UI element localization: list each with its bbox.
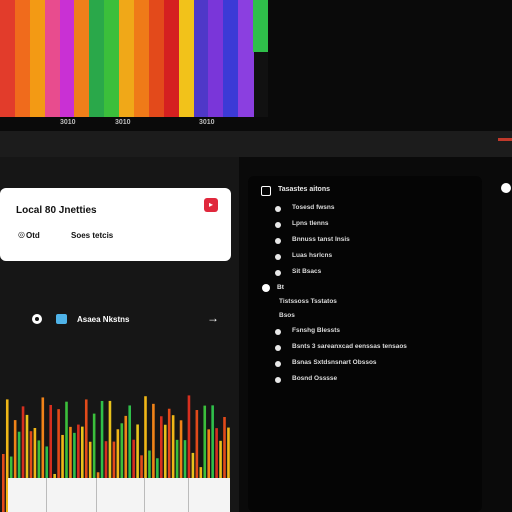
- section-label: Bt: [277, 284, 284, 291]
- right-panel-title: Tasastes aitons: [278, 186, 331, 193]
- viz-column: [119, 0, 135, 117]
- bullet-icon: [275, 222, 281, 228]
- bullet-icon: [275, 377, 281, 383]
- divider-accent: [498, 138, 512, 141]
- key-separator: [96, 478, 97, 512]
- folder-icon: [56, 314, 67, 324]
- local-card-status: Otd: [26, 231, 40, 240]
- section-toggle-icon[interactable]: [262, 284, 270, 292]
- viz-label: 3010: [199, 119, 215, 126]
- key-separator: [144, 478, 145, 512]
- viz-column: [178, 0, 195, 117]
- assets-label: Asaea Nkstns: [77, 315, 130, 324]
- viz-bar: [2, 454, 5, 512]
- local-card[interactable]: Local 80 Jnetties ▸ ◎ Otd Soes tetcis: [0, 188, 231, 261]
- play-icon[interactable]: ▸: [204, 198, 218, 212]
- viz-column: [74, 0, 91, 117]
- right-panel: Tasastes aitons Tosesd fwsns Lpns tlenns…: [248, 176, 482, 512]
- divider-bar: [0, 131, 512, 157]
- viz-column: [193, 0, 210, 117]
- viz-column: [163, 0, 180, 117]
- bullet-icon: [275, 361, 281, 367]
- viz-column: [14, 0, 31, 117]
- bullet-icon: [275, 270, 281, 276]
- viz-column: [104, 0, 121, 117]
- checkbox-icon[interactable]: [261, 186, 271, 196]
- viz-column: [253, 0, 268, 52]
- viz-label: 3010: [60, 119, 76, 126]
- bullet-icon: [275, 238, 281, 244]
- scroll-handle[interactable]: [501, 183, 511, 193]
- viz-column: [29, 0, 46, 117]
- link-icon: ◎: [18, 230, 25, 239]
- viz-column: [44, 0, 61, 117]
- bullet-icon: [275, 254, 281, 260]
- top-visualizer: [0, 0, 268, 117]
- viz-column: [134, 0, 150, 117]
- viz-column: [208, 0, 225, 117]
- bullet-icon: [275, 329, 281, 335]
- viz-label: 3010: [115, 119, 131, 126]
- viz-column: [238, 0, 255, 117]
- viz-column: [148, 0, 165, 117]
- white-keys: [8, 478, 230, 512]
- viz-column: [59, 0, 76, 117]
- viz-column: [89, 0, 106, 117]
- key-separator: [188, 478, 189, 512]
- radio-icon[interactable]: [32, 314, 42, 324]
- list-item-text: Tistssoss Tsstatos: [279, 298, 337, 305]
- key-separator: [46, 478, 47, 512]
- local-card-subtitle: Soes tetcis: [71, 231, 114, 240]
- arrow-right-icon[interactable]: →: [207, 311, 219, 325]
- bullet-icon: [275, 206, 281, 212]
- viz-column: [0, 0, 16, 117]
- assets-row[interactable]: Asaea Nkstns →: [26, 309, 226, 331]
- top-visualizer-labels: 3010 3010 3010: [0, 117, 268, 131]
- local-card-title: Local 80 Jnetties: [16, 205, 97, 216]
- bullet-icon: [275, 345, 281, 351]
- list-item-text: Bsos: [279, 312, 295, 319]
- viz-column: [223, 0, 240, 117]
